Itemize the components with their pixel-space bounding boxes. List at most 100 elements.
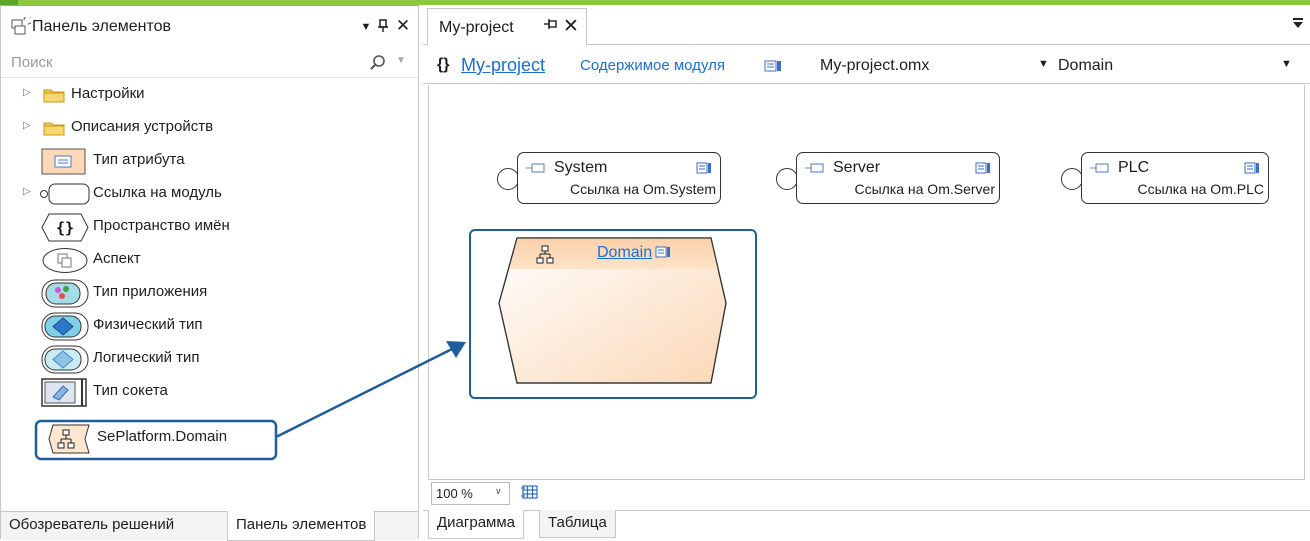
toolbox-item-label: Описания устройств <box>71 118 214 135</box>
namespace-icon: {} <box>41 213 89 242</box>
port-circle[interactable] <box>497 168 519 190</box>
domain-select[interactable]: Domain <box>1058 57 1113 75</box>
document-area: My-project ✕ {} My-project Содержимое мо… <box>423 5 1310 539</box>
toolbox-item-label: Пространство имён <box>93 217 230 234</box>
tab-overflow-icon[interactable] <box>1292 16 1304 30</box>
toolbox-title: Панель элементов <box>32 18 172 35</box>
chevron-down-icon[interactable]: ▼ <box>1281 58 1292 70</box>
aspect-icon <box>42 248 88 273</box>
toolbox-item-device-descriptions[interactable]: ▷ Описания устройств <box>1 112 418 145</box>
zoom-level: 100 % <box>436 486 473 501</box>
toolbox-header: Панель элементов ▼ ✕ <box>1 6 418 46</box>
module-icon <box>1090 163 1109 173</box>
module-reference-system[interactable]: System Ссылка на Om.System <box>497 152 721 204</box>
module-icon <box>805 163 824 173</box>
panel-close-button[interactable]: ✕ <box>394 16 412 36</box>
toolbox-item-seplatform-domain[interactable]: SePlatform.Domain <box>1 422 418 455</box>
document-tab-bar: My-project ✕ <box>423 5 1310 46</box>
svg-text:{}: {} <box>56 219 74 237</box>
toolbox-item-label: Тип сокета <box>93 382 168 399</box>
left-panel-tabs: Обозреватель решений Панель элементов <box>1 511 418 541</box>
tab-solution-explorer[interactable]: Обозреватель решений <box>1 511 182 541</box>
document-icon <box>655 246 670 258</box>
physical-type-icon <box>41 312 89 341</box>
module-reference-box[interactable]: PLC Ссылка на Om.PLC <box>1081 152 1269 204</box>
logical-type-icon <box>41 345 89 374</box>
toolbox-item-aspect[interactable]: Аспект <box>1 244 418 277</box>
diagram-canvas[interactable]: System Ссылка на Om.System Server Ссылка… <box>428 85 1305 480</box>
application-type-icon <box>41 279 89 308</box>
document-icon[interactable] <box>1244 162 1260 174</box>
toolbox-item-module-reference[interactable]: ▷ Ссылка на модуль <box>1 178 418 211</box>
tab-table[interactable]: Таблица <box>539 510 616 538</box>
pin-icon[interactable] <box>543 18 559 33</box>
module-reference-plc[interactable]: PLC Ссылка на Om.PLC <box>1061 152 1269 204</box>
attribute-type-icon <box>41 148 86 175</box>
module-contents-link[interactable]: Содержимое модуля <box>580 57 725 74</box>
project-link[interactable]: My-project <box>461 55 545 76</box>
chevron-down-icon[interactable]: ▼ <box>1038 58 1049 70</box>
module-reference-icon <box>40 183 90 205</box>
module-reference-target: Ссылка на Om.System <box>570 181 716 197</box>
document-icon[interactable] <box>764 60 782 72</box>
grid-toggle-icon[interactable] <box>520 482 540 502</box>
document-icon[interactable] <box>975 162 991 174</box>
toolbox-item-socket-type[interactable]: Тип сокета <box>1 376 418 409</box>
toolbox-item-label: Тип приложения <box>93 283 208 300</box>
tab-toolbox[interactable]: Панель элементов <box>227 511 376 541</box>
chevron-down-icon[interactable]: ∨ <box>495 486 502 497</box>
folder-icon <box>43 89 65 103</box>
domain-icon <box>48 424 90 454</box>
toolbox-item-label: Логический тип <box>93 349 200 366</box>
search-options-dropdown[interactable]: ▼ <box>396 55 406 66</box>
toolbox-item-physical-type[interactable]: Физический тип <box>1 310 418 343</box>
toolbox-item-label: Тип атрибута <box>93 151 185 168</box>
expand-arrow-icon[interactable]: ▷ <box>23 120 31 131</box>
toolbox-item-label: Аспект <box>93 250 141 267</box>
panel-pin-button[interactable] <box>374 16 392 38</box>
search-input[interactable] <box>9 50 349 74</box>
pin-icon <box>378 19 388 32</box>
module-reference-name: PLC <box>1118 159 1150 176</box>
toolbox-item-attribute-type[interactable]: Тип атрибута <box>1 145 418 178</box>
module-reference-box[interactable]: System Ссылка на Om.System <box>517 152 721 204</box>
document-tab-title: My-project <box>439 19 514 36</box>
toolbox-item-label: Физический тип <box>93 316 203 333</box>
module-reference-target: Ссылка на Om.PLC <box>1137 181 1264 197</box>
port-circle[interactable] <box>776 168 798 190</box>
toolbox-item-label: Ссылка на модуль <box>93 184 222 201</box>
module-icon <box>526 163 545 173</box>
namespace-icon: {} <box>437 56 450 73</box>
toolbox-item-logical-type[interactable]: Логический тип <box>1 343 418 376</box>
zoom-select[interactable]: 100 % ∨ <box>431 482 510 505</box>
tab-my-project[interactable]: My-project ✕ <box>427 8 587 46</box>
document-view-tabs: Диаграмма Таблица <box>423 510 1310 539</box>
file-select[interactable]: My-project.omx <box>820 57 929 75</box>
panel-dropdown-button[interactable]: ▼ <box>357 17 375 37</box>
socket-type-icon <box>41 378 87 407</box>
search-icon[interactable] <box>369 54 387 72</box>
tab-diagram[interactable]: Диаграмма <box>428 510 525 539</box>
folder-icon <box>43 122 65 136</box>
module-reference-server[interactable]: Server Ссылка на Om.Server <box>776 152 1000 204</box>
close-tab-button[interactable]: ✕ <box>563 15 579 38</box>
toolbox-icon <box>11 17 31 35</box>
toolbox-panel: Панель элементов ▼ ✕ ▼ ▷ Настройки ▷ <box>0 5 419 541</box>
document-icon[interactable] <box>696 162 712 174</box>
navigation-bar: {} My-project Содержимое модуля My-proje… <box>423 46 1310 84</box>
toolbox-search: ▼ <box>1 46 418 78</box>
toolbox-item-settings[interactable]: ▷ Настройки <box>1 79 418 112</box>
module-reference-name: System <box>554 159 608 176</box>
module-reference-target: Ссылка на Om.Server <box>854 181 995 197</box>
expand-arrow-icon[interactable]: ▷ <box>23 87 31 98</box>
toolbox-item-label: SePlatform.Domain <box>97 428 228 445</box>
module-reference-name: Server <box>833 159 881 176</box>
expand-arrow-icon[interactable]: ▷ <box>23 186 31 197</box>
module-reference-box[interactable]: Server Ссылка на Om.Server <box>796 152 1000 204</box>
toolbox-item-namespace[interactable]: {} Пространство имён <box>1 211 418 244</box>
toolbox-item-label: Настройки <box>71 85 145 102</box>
toolbox-item-application-type[interactable]: Тип приложения <box>1 277 418 310</box>
port-circle[interactable] <box>1061 168 1083 190</box>
domain-selection-box[interactable]: Domain <box>469 229 757 399</box>
domain-label-link[interactable]: Domain <box>597 244 652 262</box>
